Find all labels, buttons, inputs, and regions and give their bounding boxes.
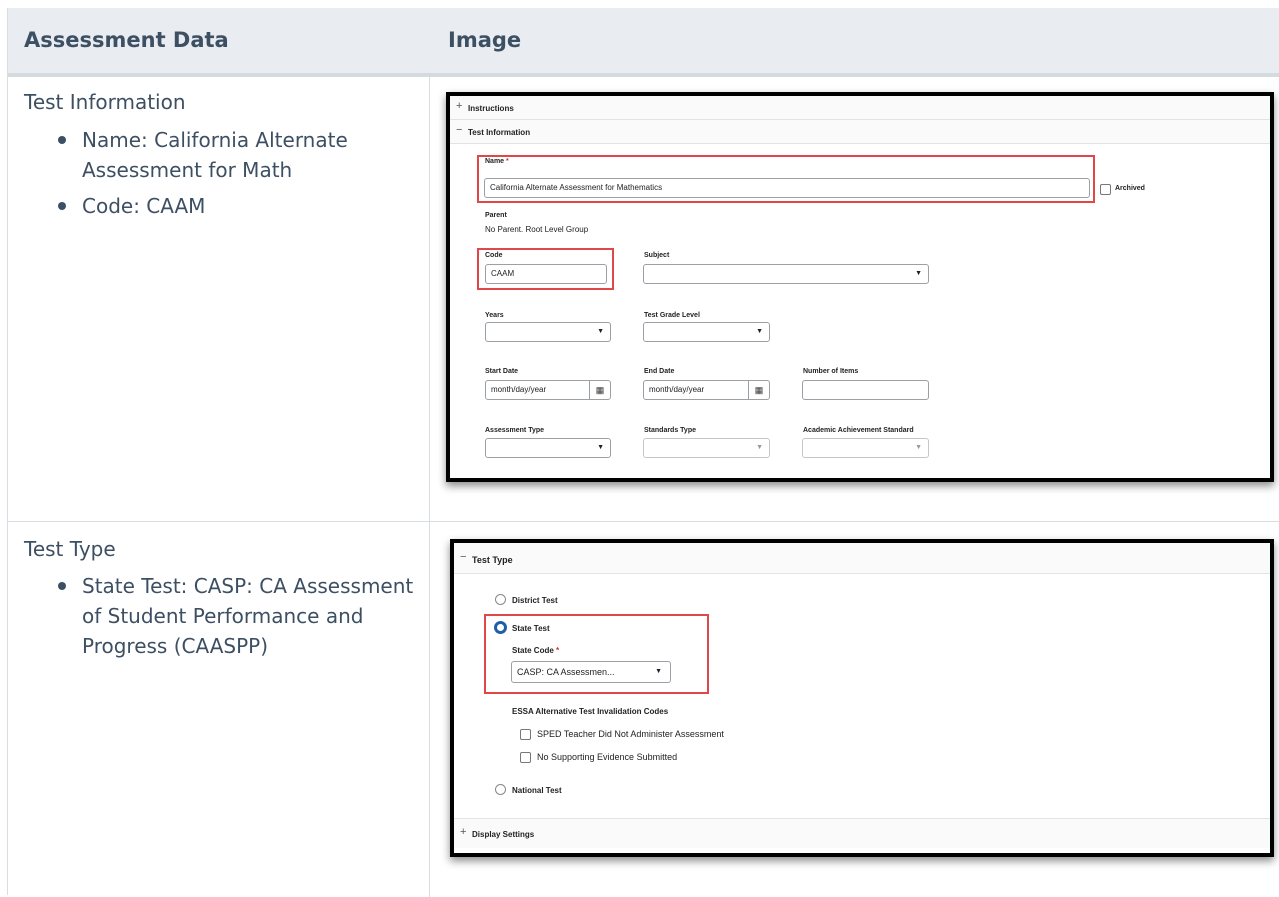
test-type-section[interactable]: − Test Type bbox=[454, 543, 1270, 574]
archived-label: Archived bbox=[1115, 185, 1145, 192]
standards-type-select[interactable]: ▼ bbox=[643, 438, 770, 458]
parent-value: No Parent. Root Level Group bbox=[485, 225, 589, 234]
header-assessment-data: Assessment Data bbox=[24, 28, 229, 52]
end-date-input[interactable]: month/day/year ▦ bbox=[643, 380, 770, 400]
test-grade-level-label: Test Grade Level bbox=[644, 312, 700, 319]
instructions-label: Instructions bbox=[468, 104, 514, 113]
academic-achievement-standard-label: Academic Achievement Standard bbox=[803, 427, 914, 434]
table-header: Assessment Data Image bbox=[8, 8, 1279, 77]
start-date-input[interactable]: month/day/year ▦ bbox=[485, 380, 611, 400]
number-of-items-input[interactable] bbox=[802, 380, 929, 400]
test-grade-level-select[interactable]: ▼ bbox=[643, 322, 770, 342]
caret-down-icon: ▼ bbox=[597, 328, 604, 335]
name-highlight bbox=[477, 155, 1095, 203]
test-type-bullets: State Test: CASP: CA Assessment of Stude… bbox=[24, 571, 414, 661]
sped-teacher-checkbox[interactable] bbox=[520, 729, 531, 740]
list-item: State Test: CASP: CA Assessment of Stude… bbox=[58, 571, 414, 661]
parent-label: Parent bbox=[485, 212, 507, 219]
district-test-radio[interactable] bbox=[495, 594, 506, 605]
test-information-bullets: Name: California Alternate Assessment fo… bbox=[24, 125, 414, 221]
national-test-radio[interactable] bbox=[495, 784, 506, 795]
row-title-test-information: Test Information bbox=[24, 90, 186, 114]
code-highlight bbox=[477, 248, 614, 290]
instructions-section[interactable]: + Instructions bbox=[450, 96, 1270, 120]
national-test-label: National Test bbox=[512, 786, 562, 795]
start-date-label: Start Date bbox=[485, 368, 519, 375]
essa-codes-label: ESSA Alternative Test Invalidation Codes bbox=[512, 707, 669, 716]
state-test-highlight bbox=[484, 614, 709, 694]
caret-down-icon: ▼ bbox=[597, 444, 604, 451]
end-date-placeholder: month/day/year bbox=[649, 385, 705, 394]
test-information-section[interactable]: − Test Information bbox=[450, 120, 1270, 144]
number-of-items-label: Number of Items bbox=[803, 368, 859, 375]
header-image: Image bbox=[448, 28, 522, 52]
sped-teacher-label: SPED Teacher Did Not Administer Assessme… bbox=[537, 729, 724, 739]
years-label: Years bbox=[485, 312, 504, 319]
minus-icon: − bbox=[460, 551, 467, 563]
academic-achievement-standard-select[interactable]: ▼ bbox=[802, 438, 929, 458]
test-type-screenshot: − Test Type District Test State Test Sta… bbox=[450, 539, 1274, 857]
caret-down-icon: ▼ bbox=[756, 328, 763, 335]
no-evidence-label: No Supporting Evidence Submitted bbox=[537, 752, 678, 762]
plus-icon: + bbox=[460, 826, 467, 838]
caret-down-icon: ▼ bbox=[915, 444, 922, 451]
no-evidence-checkbox[interactable] bbox=[520, 752, 531, 763]
test-information-label: Test Information bbox=[468, 128, 531, 137]
column-divider bbox=[429, 77, 430, 897]
subject-label: Subject bbox=[644, 252, 670, 259]
list-item: Name: California Alternate Assessment fo… bbox=[58, 125, 414, 185]
end-date-label: End Date bbox=[644, 368, 675, 375]
caret-down-icon: ▼ bbox=[915, 270, 922, 277]
calendar-icon[interactable]: ▦ bbox=[748, 381, 769, 399]
assessment-type-label: Assessment Type bbox=[485, 427, 545, 434]
standards-type-label: Standards Type bbox=[644, 427, 696, 434]
list-item: Code: CAAM bbox=[58, 191, 414, 221]
test-information-screenshot: + Instructions − Test Information Name *… bbox=[446, 92, 1274, 482]
assessment-type-select[interactable]: ▼ bbox=[485, 438, 611, 458]
subject-select[interactable]: ▼ bbox=[643, 264, 929, 284]
plus-icon: + bbox=[456, 100, 463, 112]
display-settings-label: Display Settings bbox=[472, 830, 535, 839]
display-settings-section[interactable]: + Display Settings bbox=[454, 818, 1270, 848]
row-divider bbox=[8, 521, 1279, 522]
minus-icon: − bbox=[456, 124, 463, 136]
start-date-placeholder: month/day/year bbox=[491, 385, 547, 394]
years-select[interactable]: ▼ bbox=[485, 322, 611, 342]
calendar-icon[interactable]: ▦ bbox=[589, 381, 610, 399]
test-type-label: Test Type bbox=[472, 555, 513, 565]
caret-down-icon: ▼ bbox=[756, 444, 763, 451]
district-test-label: District Test bbox=[512, 596, 558, 605]
archived-checkbox[interactable] bbox=[1100, 184, 1111, 195]
row-title-test-type: Test Type bbox=[24, 537, 116, 561]
